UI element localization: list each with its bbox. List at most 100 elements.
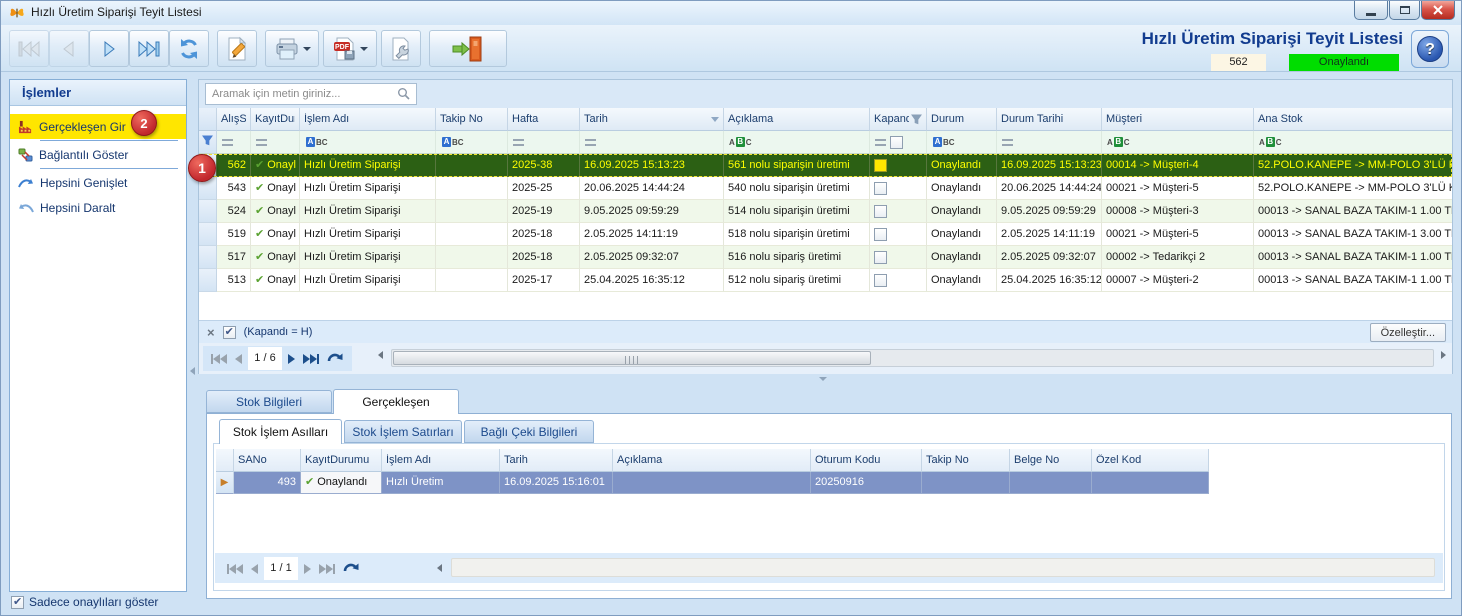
detail-cell-takip-no[interactable] [922,472,1010,494]
detail-column-header-a-klama[interactable]: Açıklama [613,449,811,472]
cell-hafta[interactable]: 2025-18 [508,246,580,269]
cell-m-teri[interactable]: 00021 -> Müşteri-5 [1102,223,1254,246]
detail-column-header-tarih[interactable]: Tarih [500,449,613,472]
pager-first-button[interactable] [211,354,227,364]
detail-cell-tarih[interactable]: 16.09.2025 15:16:01 [500,472,613,494]
cell-durum-tarihi[interactable]: 2.05.2025 14:11:19 [997,223,1102,246]
print-dropdown-icon[interactable] [303,47,311,51]
detail-cell-belge-no[interactable] [1010,472,1092,494]
pager-next-button[interactable] [288,354,295,364]
filter-cell-al-sa[interactable] [217,131,251,154]
hscroll-thumb[interactable] [393,351,871,365]
cell-i-lem-ad[interactable]: Hızlı Üretim Siparişi [300,246,436,269]
detail-column-header-takip-no[interactable]: Takip No [922,449,1010,472]
sidebar-item-baglantili-goster[interactable]: Bağlantılı Göster [10,142,186,167]
column-header-i-lem-ad[interactable]: İşlem Adı [300,108,436,131]
column-header-tarih[interactable]: Tarih [580,108,724,131]
cell-al-sa[interactable]: 513 [217,269,251,292]
detail-pager-previous-button[interactable] [251,564,258,574]
cell-i-lem-ad[interactable]: Hızlı Üretim Siparişi [300,223,436,246]
column-filter-funnel-icon[interactable] [911,114,922,125]
cell-m-teri[interactable]: 00021 -> Müşteri-5 [1102,177,1254,200]
filter-row-indicator[interactable] [199,131,217,154]
cell-a-klama[interactable]: 512 nolu sipariş üretimi [724,269,870,292]
closed-checkbox[interactable] [874,159,887,172]
detail-pager-last-button[interactable] [319,564,335,574]
cell-i-lem-ad[interactable]: Hızlı Üretim Siparişi [300,154,436,177]
filter-cell-durum-tarihi[interactable] [997,131,1102,154]
detail-column-header-zel-kod[interactable]: Özel Kod [1092,449,1209,472]
vertical-splitter-icon[interactable] [190,367,195,375]
filter-cell-ana-stok[interactable]: ABC [1254,131,1452,154]
column-header-durum[interactable]: Durum [927,108,997,131]
edit-button[interactable] [217,30,257,67]
cell-kay-tduru[interactable]: ✔Onayl [251,269,300,292]
cell-kay-tduru[interactable]: ✔Onayl [251,154,300,177]
closed-checkbox[interactable] [874,274,887,287]
cell-ana-stok[interactable]: 52.POLO.KANEPE -> MM-POLO 3'LÜ KAN [1254,177,1452,200]
cell-durum-tarihi[interactable]: 25.04.2025 16:35:12 [997,269,1102,292]
tab-bagli-ceki-bilgileri[interactable]: Bağlı Çeki Bilgileri [464,420,594,443]
show-approved-checkbox[interactable] [11,596,24,609]
column-header-m-teri[interactable]: Müşteri [1102,108,1254,131]
cell-kay-tduru[interactable]: ✔Onayl [251,177,300,200]
cell-takip-no[interactable] [436,177,508,200]
cell-al-sa[interactable]: 519 [217,223,251,246]
print-preview-button[interactable] [381,30,421,67]
cell-tarih[interactable]: 2.05.2025 09:32:07 [580,246,724,269]
column-header-al-sa[interactable]: AlışSa [217,108,251,131]
cell-a-klama[interactable]: 561 nolu siparişin üretimi [724,154,870,177]
row-indicator[interactable] [199,223,217,246]
column-header-a-klama[interactable]: Açıklama [724,108,870,131]
table-row[interactable]: 543✔OnaylHızlı Üretim Siparişi2025-2520.… [199,177,1452,200]
cell-i-lem-ad[interactable]: Hızlı Üretim Siparişi [300,200,436,223]
cell-a-klama[interactable]: 518 nolu siparişin üretimi [724,223,870,246]
filter-enabled-checkbox[interactable] [223,326,236,339]
cell-hafta[interactable]: 2025-25 [508,177,580,200]
row-indicator[interactable] [199,269,217,292]
detail-row-indicator[interactable]: ▶ [216,472,234,494]
detail-cell-a-klama[interactable] [613,472,811,494]
detail-horizontal-scrollbar[interactable] [451,558,1435,577]
hscroll-right-arrow[interactable] [1441,351,1446,359]
close-button[interactable] [1421,1,1455,20]
detail-cell-oturum-kodu[interactable]: 20250916 [811,472,922,494]
filter-cell-a-klama[interactable]: ABC [724,131,870,154]
cell-kapand[interactable] [870,223,927,246]
table-row[interactable]: 562✔OnaylHızlı Üretim Siparişi2025-3816.… [199,154,1452,177]
column-header-kapand[interactable]: Kapandı [870,108,927,131]
pager-last-button[interactable] [303,354,319,364]
cell-m-teri[interactable]: 00014 -> Müşteri-4 [1102,154,1254,177]
cell-kapand[interactable] [870,200,927,223]
cell-durum[interactable]: Onaylandı [927,177,997,200]
detail-column-header-kay-tdurumu[interactable]: KayıtDurumu [301,449,382,472]
search-input[interactable] [205,83,417,105]
cell-durum[interactable]: Onaylandı [927,154,997,177]
column-header-takip-no[interactable]: Takip No [436,108,508,131]
hscroll-left-arrow[interactable] [378,351,383,359]
maximize-button[interactable] [1389,1,1420,20]
column-header-durum-tarihi[interactable]: Durum Tarihi [997,108,1102,131]
cell-tarih[interactable]: 16.09.2025 15:13:23 [580,154,724,177]
column-header-kay-tduru[interactable]: KayıtDuru [251,108,300,131]
cell-kapand[interactable] [870,246,927,269]
detail-column-header-belge-no[interactable]: Belge No [1010,449,1092,472]
cell-kay-tduru[interactable]: ✔Onayl [251,200,300,223]
cell-ana-stok[interactable]: 00013 -> SANAL BAZA TAKIM-1 3.00 Tk [1254,223,1452,246]
export-dropdown-icon[interactable] [360,47,368,51]
detail-cell-sano[interactable]: 493 [234,472,301,494]
cell-ana-stok[interactable]: 00013 -> SANAL BAZA TAKIM-1 1.00 Tk [1254,246,1452,269]
cell-takip-no[interactable] [436,269,508,292]
column-header-hafta[interactable]: Hafta [508,108,580,131]
horizontal-splitter-icon[interactable] [819,377,827,381]
cell-m-teri[interactable]: 00002 -> Tedarikçi 2 [1102,246,1254,269]
cell-tarih[interactable]: 9.05.2025 09:59:29 [580,200,724,223]
detail-pager-next-button[interactable] [304,564,311,574]
tab-stok-islem-satirlari[interactable]: Stok İşlem Satırları [344,420,462,443]
table-row[interactable]: 517✔OnaylHızlı Üretim Siparişi2025-182.0… [199,246,1452,269]
cell-kapand[interactable] [870,154,927,177]
refresh-button[interactable] [169,30,209,67]
show-approved-only[interactable]: Sadece onaylıları göster [11,595,158,609]
detail-pager-first-button[interactable] [227,564,243,574]
filter-cell-m-teri[interactable]: ABC [1102,131,1254,154]
